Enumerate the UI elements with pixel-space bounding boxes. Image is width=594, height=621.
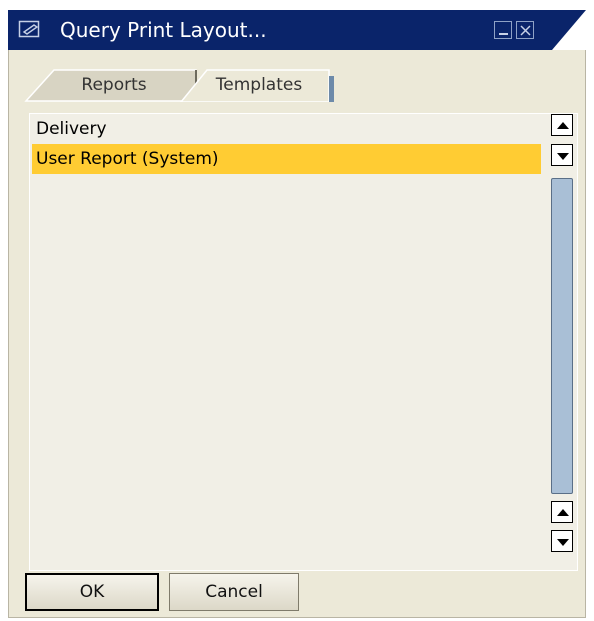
template-list[interactable]: Delivery User Report (System) bbox=[29, 113, 578, 571]
list-item-label: User Report (System) bbox=[36, 149, 219, 169]
list-item-selected[interactable]: User Report (System) bbox=[32, 144, 541, 174]
cancel-button[interactable]: Cancel bbox=[169, 573, 299, 611]
tab-templates-label: Templates bbox=[215, 75, 303, 95]
tab-templates[interactable]: Templates bbox=[179, 68, 339, 102]
query-print-layout-window: Query Print Layout... Reports Templates bbox=[8, 10, 586, 618]
arrow-up-icon[interactable] bbox=[551, 114, 573, 136]
close-icon[interactable] bbox=[516, 21, 534, 39]
tab-reports[interactable]: Reports bbox=[24, 68, 204, 102]
tab-reports-label: Reports bbox=[81, 75, 147, 95]
arrow-down-icon[interactable] bbox=[551, 144, 573, 166]
vertical-scrollbar[interactable] bbox=[549, 114, 577, 570]
list-item-label: Delivery bbox=[36, 119, 107, 139]
arrow-down-icon[interactable] bbox=[551, 530, 573, 552]
minimize-icon[interactable] bbox=[494, 21, 512, 39]
arrow-up-icon[interactable] bbox=[551, 501, 573, 523]
print-layout-icon bbox=[18, 20, 42, 40]
dialog-body: Reports Templates Delivery User Report (… bbox=[8, 50, 586, 618]
title-bar[interactable]: Query Print Layout... bbox=[8, 10, 586, 50]
window-title: Query Print Layout... bbox=[60, 18, 267, 42]
list-item[interactable]: Delivery bbox=[32, 114, 541, 144]
scroll-thumb[interactable] bbox=[551, 178, 573, 494]
ok-button[interactable]: OK bbox=[25, 573, 159, 611]
